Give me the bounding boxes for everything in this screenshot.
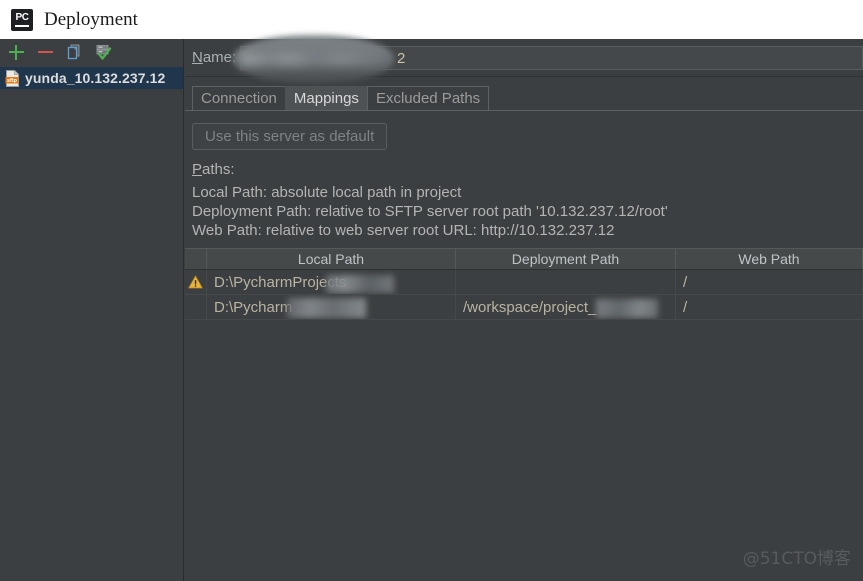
warning-triangle-icon [188, 275, 203, 289]
default-server-button-row: Use this server as default [185, 111, 863, 150]
window-title: Deployment [44, 8, 138, 30]
mappings-table: Local Path Deployment Path Web Path D:\P… [185, 248, 863, 320]
cell-local-path-text: D:\Pycharm [214, 298, 293, 316]
pycharm-pc-icon: PC [11, 8, 33, 31]
cell-local-path[interactable]: D:\Pycharm [207, 295, 456, 319]
server-list-item-label: yunda_10.132.237.12 [25, 70, 166, 86]
paths-desc-web: Web Path: relative to web server root UR… [192, 222, 615, 239]
svg-text:sftp: sftp [7, 78, 18, 84]
name-row: Name: 2 [185, 35, 863, 83]
tab-mappings[interactable]: Mappings [284, 86, 368, 111]
cell-web-path[interactable]: / [676, 270, 863, 294]
row-status-cell [185, 270, 207, 294]
cell-local-path[interactable]: D:\PycharmProjects [207, 270, 456, 294]
cell-deployment-path[interactable] [456, 270, 676, 294]
paths-desc-local: Local Path: absolute local path in proje… [192, 184, 462, 201]
cell-web-path-text: / [683, 273, 688, 291]
copy-icon [67, 44, 80, 60]
server-list-item[interactable]: sftp yunda_10.132.237.12 [0, 67, 183, 89]
copy-server-button[interactable] [64, 42, 84, 62]
tab-excluded-paths[interactable]: Excluded Paths [366, 86, 490, 111]
name-value-tail: 2 [397, 50, 406, 67]
name-input[interactable] [240, 45, 863, 70]
use-this-server-as-default-button[interactable]: Use this server as default [192, 123, 388, 150]
table-row[interactable]: D:\Pycharm /workspace/project_ / [185, 295, 863, 320]
table-body: D:\PycharmProjects / D:\Pycharm /workspa… [185, 270, 863, 320]
server-list: sftp yunda_10.132.237.12 [0, 65, 183, 89]
server-check-icon [96, 45, 112, 60]
set-default-server-button[interactable] [93, 42, 113, 62]
cell-deployment-path[interactable]: /workspace/project_ [456, 295, 676, 319]
cell-web-path[interactable]: / [676, 295, 863, 319]
tab-connection[interactable]: Connection [192, 86, 286, 111]
sidebar-toolbar [0, 39, 183, 65]
column-header-deployment-path[interactable]: Deployment Path [456, 249, 676, 269]
paths-label: Paths: [192, 161, 235, 178]
cell-local-path-text: D:\PycharmProjects [214, 273, 347, 291]
table-header-row: Local Path Deployment Path Web Path [185, 248, 863, 270]
window-titlebar: PC Deployment [0, 0, 863, 39]
pc-icon-text: PC [15, 12, 29, 23]
local-path-redaction-blur [287, 298, 366, 318]
paths-description: Local Path: absolute local path in proje… [185, 178, 863, 240]
deployment-dialog: PC Deployment sftp yunda_10.132.237.12 N… [0, 0, 863, 581]
sftp-icon: sftp [5, 69, 20, 87]
settings-tabs: Connection Mappings Excluded Paths [185, 81, 863, 111]
paths-desc-deployment: Deployment Path: relative to SFTP server… [192, 203, 668, 220]
deployment-main-panel: Name: 2 Connection Mappings Excluded Pat… [185, 35, 863, 581]
column-header-local-path[interactable]: Local Path [207, 249, 456, 269]
server-list-sidebar: sftp yunda_10.132.237.12 [0, 39, 184, 581]
column-header-status[interactable] [185, 249, 207, 269]
table-row[interactable]: D:\PycharmProjects / [185, 270, 863, 295]
cell-web-path-text: / [683, 298, 688, 316]
name-label: Name: [192, 49, 237, 66]
add-server-button[interactable] [6, 42, 26, 62]
row-status-cell [185, 295, 207, 319]
tabs-underline [185, 110, 863, 111]
pc-icon-bar [15, 24, 29, 27]
remove-server-button[interactable] [35, 42, 55, 62]
column-header-web-path[interactable]: Web Path [676, 249, 863, 269]
deployment-path-redaction-blur [596, 299, 658, 318]
cell-deployment-path-text: /workspace/project_ [463, 298, 597, 316]
